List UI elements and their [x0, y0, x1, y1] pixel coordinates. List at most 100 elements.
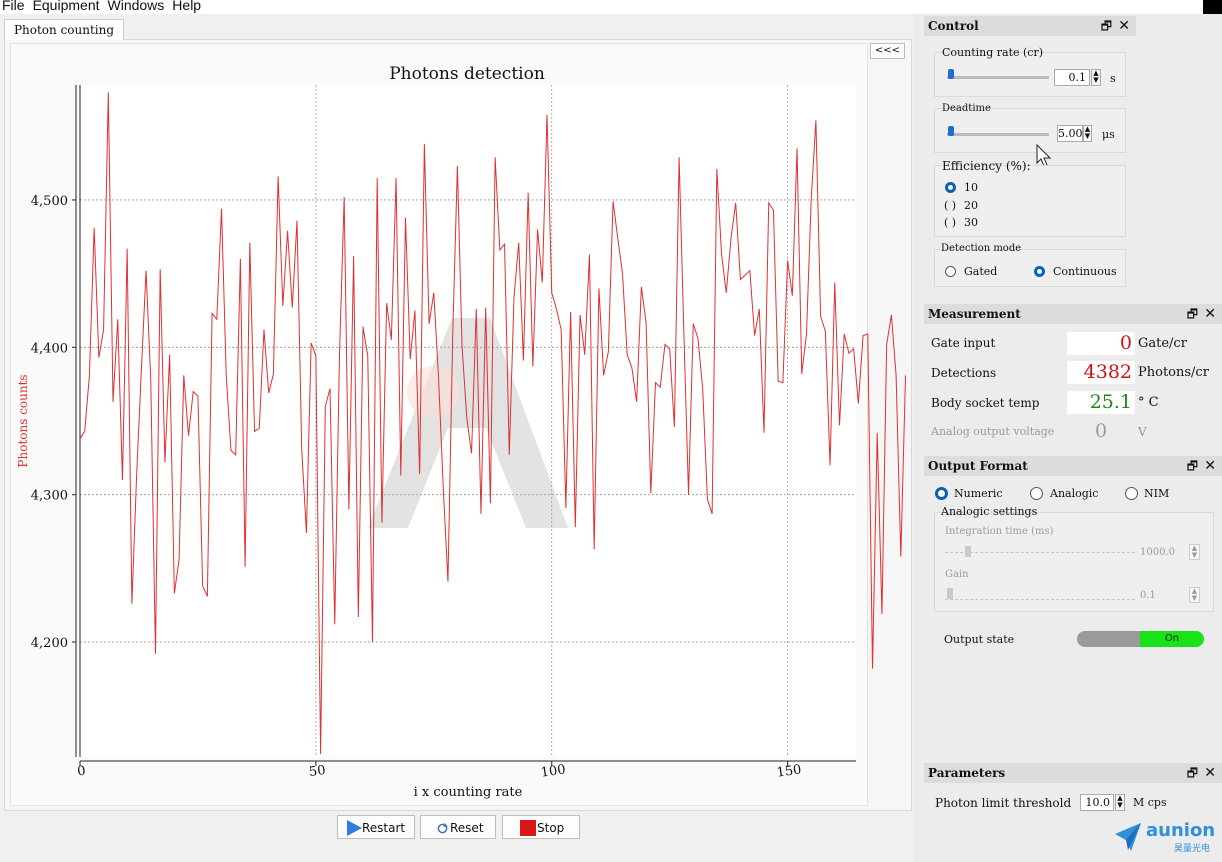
float-icon[interactable]: 🗗	[1101, 16, 1112, 36]
parameters-title: Parameters	[928, 766, 1006, 780]
efficiency-20-label: 20	[964, 199, 978, 212]
reset-button[interactable]: Reset	[420, 815, 496, 839]
gain-spin-arrows[interactable]: ▲ ▼	[1189, 587, 1200, 603]
y-tick-label: 4,200	[31, 636, 68, 651]
output-state-value: On	[1140, 631, 1204, 647]
deadtime-spin-arrows[interactable]: ▲ ▼	[1083, 125, 1092, 142]
output-state-toggle[interactable]: On	[1077, 631, 1204, 647]
brand-logo: aunion 昊量光电	[1114, 820, 1216, 856]
detections-label: Detections	[931, 366, 997, 380]
x-tick-label: 100	[540, 762, 567, 780]
integration-time-label: Integration time (ms)	[945, 526, 1054, 537]
y-tick-label: 4,400	[31, 341, 68, 356]
gain-slider[interactable]	[945, 599, 1135, 601]
efficiency-10-radio[interactable]	[945, 182, 956, 193]
deadtime-group	[934, 108, 1126, 153]
analog-voltage-value: 0	[1067, 420, 1135, 443]
reset-label: Reset	[450, 821, 484, 835]
numeric-label: Numeric	[954, 487, 1003, 500]
brand-subtitle: 昊量光电	[1174, 844, 1211, 854]
close-icon[interactable]: ✕	[1118, 16, 1130, 36]
gated-radio[interactable]	[945, 266, 956, 277]
analogic-radio[interactable]	[1030, 487, 1043, 500]
continuous-radio[interactable]	[1034, 266, 1045, 277]
output-state-label: Output state	[944, 633, 1015, 646]
paper-plane-icon	[1115, 823, 1141, 851]
detections-value: 4382	[1067, 361, 1135, 384]
x-tick-label: 150	[776, 762, 803, 780]
efficiency-20-radio[interactable]: ( )	[944, 199, 956, 212]
float-icon[interactable]: 🗗	[1187, 763, 1198, 783]
efficiency-label: Efficiency (%):	[942, 159, 1031, 173]
restart-label: Restart	[362, 821, 406, 835]
counting-rate-slider-handle[interactable]	[948, 69, 954, 79]
counting-rate-input[interactable]: 0.1	[1054, 69, 1090, 86]
counting-rate-label: Counting rate (cr)	[942, 46, 1044, 59]
play-icon	[347, 820, 362, 836]
counting-rate-unit: s	[1110, 72, 1116, 85]
gain-slider-handle[interactable]	[947, 588, 953, 599]
x-axis-label: i x counting rate	[414, 785, 523, 800]
body-temp-label: Body socket temp	[931, 396, 1040, 410]
x-tick-label: 50	[308, 763, 326, 780]
counting-rate-slider[interactable]	[947, 76, 1049, 79]
refresh-icon	[437, 823, 448, 834]
stop-button[interactable]: Stop	[502, 815, 580, 839]
nim-radio[interactable]	[1125, 487, 1138, 500]
photon-limit-spin-arrows[interactable]: ▲ ▼	[1115, 794, 1125, 811]
numeric-radio[interactable]	[935, 487, 948, 500]
parameters-dock-title: Parameters 🗗 ✕	[924, 763, 1222, 783]
close-icon[interactable]: ✕	[1204, 456, 1216, 476]
measurement-dock-title: Measurement 🗗 ✕	[924, 304, 1222, 324]
y-tick-label: 4,300	[31, 489, 68, 504]
photon-limit-input[interactable]: 10.0	[1080, 794, 1114, 811]
continuous-label: Continuous	[1053, 265, 1117, 278]
integration-time-slider[interactable]	[945, 552, 1135, 554]
gate-input-value: 0	[1067, 332, 1135, 355]
body-temp-value: 25.1	[1067, 391, 1135, 414]
analog-voltage-label: Analog output voltage	[931, 425, 1055, 438]
integration-time-slider-handle[interactable]	[965, 546, 971, 557]
close-icon[interactable]: ✕	[1204, 304, 1216, 324]
analogic-label: Analogic	[1050, 487, 1099, 500]
restart-button[interactable]: Restart	[337, 815, 415, 839]
brand-name: aunion	[1146, 820, 1216, 841]
photons-chart: 4,200 4,300 4,400 4,500 0 50 100 150 Photons de…	[16, 64, 907, 800]
deadtime-slider-handle[interactable]	[948, 126, 954, 136]
x-tick-label: 0	[76, 764, 86, 780]
output-format-title: Output Format	[928, 459, 1028, 473]
gate-input-unit: Gate/cr	[1138, 336, 1187, 351]
photon-limit-label: Photon limit threshold	[935, 796, 1072, 810]
counting-rate-spin-arrows[interactable]: ▲ ▼	[1091, 69, 1101, 86]
analog-voltage-unit: V	[1138, 425, 1147, 439]
control-dock-title: Control 🗗 ✕	[924, 16, 1136, 36]
y-axis-label: Photons counts	[16, 374, 30, 467]
nim-label: NIM	[1144, 487, 1170, 500]
detection-mode-label: Detection mode	[941, 243, 1022, 254]
body-temp-unit: ° C	[1138, 395, 1159, 410]
efficiency-10-label: 10	[964, 181, 978, 194]
deadtime-slider[interactable]	[947, 133, 1049, 136]
integration-time-value[interactable]: 1000.0	[1140, 547, 1175, 558]
photon-limit-unit: M cps	[1133, 796, 1167, 809]
efficiency-30-label: 30	[964, 216, 978, 229]
y-tick-label: 4,500	[31, 194, 68, 209]
output-format-dock-title: Output Format 🗗 ✕	[924, 456, 1222, 476]
detections-unit: Photons/cr	[1138, 365, 1209, 380]
float-icon[interactable]: 🗗	[1187, 456, 1198, 476]
chart-title: Photons detection	[389, 64, 545, 84]
deadtime-unit: μs	[1102, 128, 1115, 141]
deadtime-input[interactable]: 5.00	[1057, 125, 1083, 142]
efficiency-30-radio[interactable]: ( )	[944, 216, 956, 229]
deadtime-label: Deadtime	[942, 103, 991, 114]
gain-value[interactable]: 0.1	[1140, 590, 1156, 601]
gain-label: Gain	[945, 569, 969, 580]
control-title: Control	[928, 19, 979, 33]
integration-time-spin-arrows[interactable]: ▲ ▼	[1189, 544, 1200, 560]
stop-label: Stop	[537, 821, 565, 835]
stop-icon	[520, 820, 536, 836]
close-icon[interactable]: ✕	[1204, 763, 1216, 783]
gated-label: Gated	[964, 265, 998, 278]
float-icon[interactable]: 🗗	[1187, 304, 1198, 324]
efficiency-group	[934, 165, 1126, 237]
